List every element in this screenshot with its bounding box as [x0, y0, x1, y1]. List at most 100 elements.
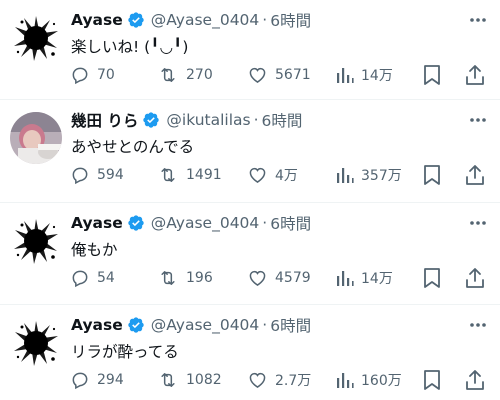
tweet[interactable]: Ayase @Ayase_0404 · 6時間 リラが酔ってる 294 1082… — [0, 305, 500, 400]
ink-splash-avatar[interactable] — [10, 215, 62, 267]
bookmark-icon — [424, 165, 440, 185]
share-button[interactable] — [465, 266, 485, 290]
reply-icon — [72, 167, 88, 185]
view-count: 14万 — [361, 271, 393, 287]
action-bar: 54 196 4579 14万 — [70, 266, 490, 290]
timestamp[interactable]: 6時間 — [270, 212, 311, 234]
handle[interactable]: @Ayase_0404 — [151, 11, 260, 29]
verified-badge-icon — [127, 11, 145, 29]
reply-button[interactable]: 70 — [70, 63, 115, 87]
views-icon — [337, 373, 354, 388]
reply-count: 54 — [97, 270, 115, 286]
more-options-icon[interactable] — [468, 12, 488, 28]
photo-avatar[interactable] — [10, 112, 62, 164]
heart-icon — [249, 67, 266, 83]
views-button[interactable]: 357万 — [336, 163, 402, 187]
like-button[interactable]: 4579 — [247, 266, 311, 290]
view-count: 160万 — [361, 373, 402, 389]
display-name[interactable]: Ayase — [71, 11, 123, 29]
more-options-icon[interactable] — [468, 317, 488, 333]
bookmark-button[interactable] — [423, 163, 441, 187]
tweet-header: 幾田 りら @ikutalilas · 6時間 — [71, 109, 302, 131]
reply-count: 294 — [97, 372, 124, 388]
verified-badge-icon — [127, 316, 145, 334]
like-count: 5671 — [275, 67, 311, 83]
handle[interactable]: @ikutalilas — [166, 111, 250, 129]
action-bar: 70 270 5671 14万 — [70, 63, 490, 87]
share-icon — [466, 370, 484, 390]
more-options-icon[interactable] — [468, 112, 488, 128]
views-button[interactable]: 160万 — [336, 368, 402, 392]
tweet[interactable]: Ayase @Ayase_0404 · 6時間 楽しいね! (╹◡╹) 70 2… — [0, 0, 500, 100]
display-name[interactable]: 幾田 りら — [71, 109, 138, 131]
retweet-icon — [161, 168, 175, 182]
timestamp[interactable]: 6時間 — [270, 9, 311, 31]
handle[interactable]: @Ayase_0404 — [151, 214, 260, 232]
reply-button[interactable]: 594 — [70, 163, 124, 187]
more-options-icon[interactable] — [468, 215, 488, 231]
like-count: 4579 — [275, 270, 311, 286]
share-button[interactable] — [465, 163, 485, 187]
timestamp[interactable]: 6時間 — [270, 314, 311, 336]
bookmark-icon — [424, 268, 440, 288]
verified-badge-icon — [142, 111, 160, 129]
retweet-button[interactable]: 1491 — [157, 163, 222, 187]
reply-button[interactable]: 54 — [70, 266, 115, 290]
tweet-header: Ayase @Ayase_0404 · 6時間 — [71, 314, 311, 336]
tweet-text: あやせとのんでる — [71, 138, 195, 156]
separator: · — [262, 316, 268, 334]
heart-icon — [249, 270, 266, 286]
like-count: 4万 — [275, 168, 298, 184]
retweet-button[interactable]: 196 — [157, 266, 213, 290]
ink-splash-avatar[interactable] — [10, 12, 62, 64]
view-count: 14万 — [361, 68, 393, 84]
like-button[interactable]: 4万 — [247, 163, 298, 187]
display-name[interactable]: Ayase — [71, 316, 123, 334]
retweet-button[interactable]: 270 — [157, 63, 213, 87]
bookmark-button[interactable] — [423, 266, 441, 290]
reply-count: 70 — [97, 67, 115, 83]
retweet-count: 196 — [186, 270, 213, 286]
views-button[interactable]: 14万 — [336, 266, 393, 290]
views-icon — [337, 68, 354, 83]
views-button[interactable]: 14万 — [336, 63, 393, 87]
share-icon — [466, 65, 484, 85]
action-bar: 294 1082 2.7万 160万 — [70, 368, 490, 392]
tweet-header: Ayase @Ayase_0404 · 6時間 — [71, 9, 311, 31]
display-name[interactable]: Ayase — [71, 214, 123, 232]
heart-icon — [249, 372, 266, 388]
like-button[interactable]: 2.7万 — [247, 368, 311, 392]
bookmark-button[interactable] — [423, 368, 441, 392]
separator: · — [262, 11, 268, 29]
view-count: 357万 — [361, 168, 402, 184]
share-button[interactable] — [465, 368, 485, 392]
timestamp[interactable]: 6時間 — [262, 109, 303, 131]
ink-splash-avatar[interactable] — [10, 317, 62, 369]
retweet-count: 270 — [186, 67, 213, 83]
retweet-button[interactable]: 1082 — [157, 368, 222, 392]
handle[interactable]: @Ayase_0404 — [151, 316, 260, 334]
share-button[interactable] — [465, 63, 485, 87]
tweet[interactable]: 幾田 りら @ikutalilas · 6時間 あやせとのんでる 594 149… — [0, 100, 500, 203]
bookmark-icon — [424, 65, 440, 85]
views-icon — [337, 271, 354, 286]
reply-icon — [72, 270, 88, 288]
retweet-count: 1491 — [186, 167, 222, 183]
like-count: 2.7万 — [275, 373, 312, 389]
reply-button[interactable]: 294 — [70, 368, 124, 392]
reply-icon — [72, 67, 88, 85]
retweet-icon — [161, 271, 175, 285]
retweet-icon — [161, 373, 175, 387]
tweet[interactable]: Ayase @Ayase_0404 · 6時間 俺もか 54 196 4579 — [0, 203, 500, 305]
retweet-icon — [161, 68, 175, 82]
share-icon — [466, 268, 484, 288]
bookmark-button[interactable] — [423, 63, 441, 87]
like-button[interactable]: 5671 — [247, 63, 311, 87]
retweet-count: 1082 — [186, 372, 222, 388]
tweet-text: 俺もか — [71, 241, 118, 259]
views-icon — [337, 168, 354, 183]
tweet-text: リラが酔ってる — [71, 343, 179, 361]
reply-icon — [72, 372, 88, 390]
bookmark-icon — [424, 370, 440, 390]
separator: · — [262, 214, 268, 232]
